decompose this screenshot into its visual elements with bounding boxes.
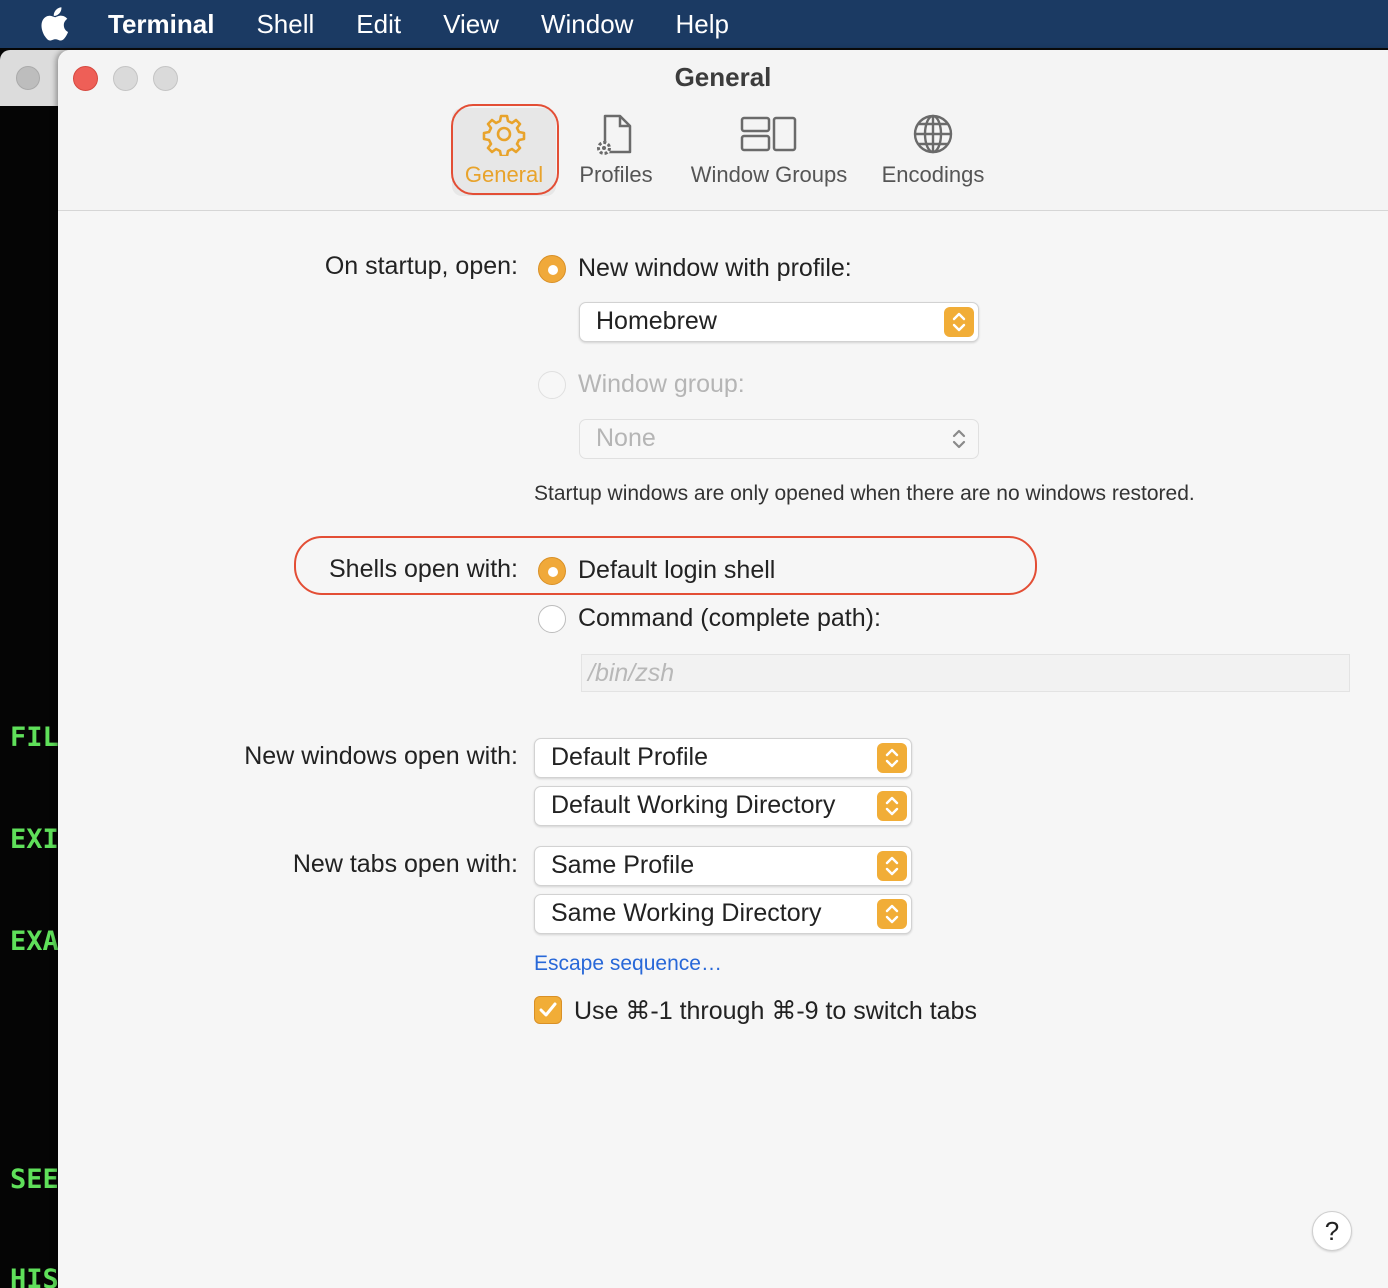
menu-edit[interactable]: Edit [356,9,401,40]
tab-general[interactable]: General [452,108,556,196]
new-tabs-profile-value: Same Profile [551,851,695,879]
terminal-text-line: FIL [10,722,59,753]
default-login-shell-label: Default login shell [578,556,776,584]
window-group-option-label: Window group: [578,370,745,398]
preferences-toolbar: General General Profiles Window Groups E… [58,50,1388,211]
help-button[interactable]: ? [1312,1211,1352,1251]
window-title: General [674,62,772,92]
window-groups-icon [740,108,798,160]
menu-help[interactable]: Help [675,9,728,40]
menu-shell[interactable]: Shell [256,9,314,40]
default-login-shell-radio[interactable] [538,557,566,585]
chevron-up-down-icon [877,899,907,929]
shells-label: Shells open with: [328,555,518,583]
new-tabs-label: New tabs open with: [292,850,518,878]
switch-tabs-label: Use ⌘-1 through ⌘-9 to switch tabs [574,997,977,1025]
startup-note: Startup windows are only opened when the… [534,482,1195,505]
window-group-radio[interactable] [538,371,566,399]
tab-general-label: General [464,162,544,187]
chevron-up-down-icon [877,851,907,881]
new-windows-directory-dropdown[interactable]: Default Working Directory [534,786,912,826]
globe-icon [911,108,955,160]
new-tabs-profile-dropdown[interactable]: Same Profile [534,846,912,886]
menu-view[interactable]: View [443,9,499,40]
escape-sequence-link[interactable]: Escape sequence… [534,952,722,976]
tab-encodings-label: Encodings [881,162,985,187]
profiles-icon [594,108,638,160]
new-windows-profile-value: Default Profile [551,743,709,771]
menu-window[interactable]: Window [541,9,633,40]
tab-encodings[interactable]: Encodings [876,108,990,196]
new-tabs-directory-value: Same Working Directory [551,899,822,927]
tab-profiles[interactable]: Profiles [572,108,660,196]
command-option-label: Command (complete path): [578,604,881,632]
new-windows-directory-value: Default Working Directory [551,791,836,819]
switch-tabs-checkbox[interactable] [534,996,562,1024]
background-window-button[interactable] [16,66,40,90]
command-path-field[interactable]: /bin/zsh [581,654,1350,692]
terminal-text-line: HIS [10,1264,59,1288]
startup-profile-dropdown[interactable]: Homebrew [579,302,979,342]
command-radio[interactable] [538,605,566,633]
new-window-radio[interactable] [538,255,566,283]
tab-profiles-label: Profiles [579,162,653,187]
new-windows-label: New windows open with: [244,742,518,770]
tab-window-groups[interactable]: Window Groups [684,108,854,196]
menu-bar: Terminal Shell Edit View Window Help [0,0,1388,48]
gear-icon [482,108,526,160]
chevron-up-down-icon [944,307,974,337]
new-windows-profile-dropdown[interactable]: Default Profile [534,738,912,778]
terminal-text-line: EXA [10,926,59,957]
new-window-option-label: New window with profile: [578,254,852,282]
menu-terminal[interactable]: Terminal [108,9,214,40]
chevron-up-down-icon [877,791,907,821]
chevron-up-down-icon [877,743,907,773]
terminal-text-line: EXI [10,824,59,855]
window-group-dropdown[interactable]: None [579,419,979,459]
preferences-window: General General Profiles Window Groups E… [58,50,1388,1288]
startup-label: On startup, open: [324,252,518,280]
terminal-text-line: SEE [10,1164,59,1195]
checkmark-icon [539,1002,557,1017]
window-group-value: None [596,424,656,452]
command-path-placeholder: /bin/zsh [588,659,675,687]
tab-window-groups-label: Window Groups [690,162,848,187]
chevron-up-down-icon [944,424,974,454]
background-terminal-window[interactable] [0,48,60,1288]
new-tabs-directory-dropdown[interactable]: Same Working Directory [534,894,912,934]
startup-profile-value: Homebrew [596,307,717,335]
apple-logo-icon[interactable] [0,0,108,48]
